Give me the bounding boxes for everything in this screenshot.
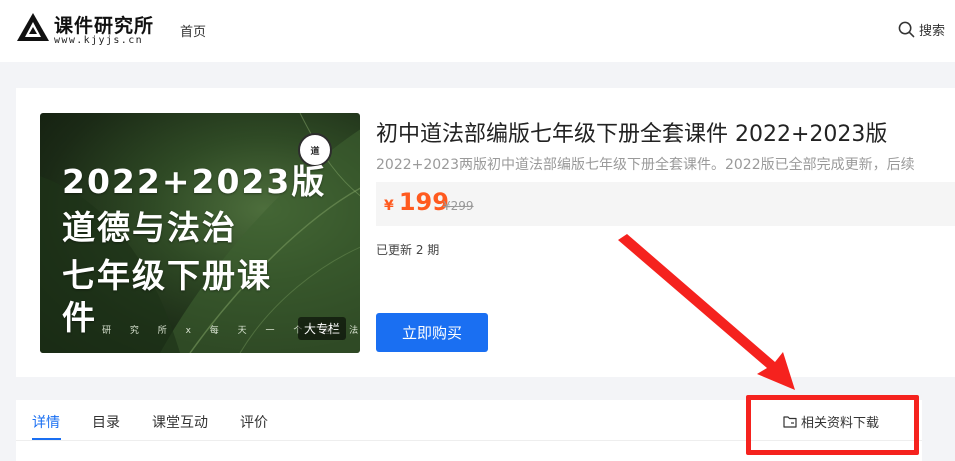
search-button[interactable]: 搜索	[898, 20, 946, 39]
tab-details[interactable]: 详情	[32, 412, 60, 432]
product-description: 2022+2023两版初中道法部编版七年级下册全套课件。2022版已全部完成更新…	[376, 157, 915, 173]
search-label: 搜索	[919, 23, 946, 39]
triangle-logo-icon	[17, 13, 49, 41]
logo-url: www.kjyjs.cn	[54, 35, 144, 46]
nav-home-link[interactable]: 首页	[180, 21, 206, 40]
product-card: 道 2022+2023版 道德与法治 七年级下册课 件 研 究 所 x 每 天 …	[16, 88, 955, 377]
product-title: 初中道法部编版七年级下册全套课件 2022+2023版	[376, 122, 888, 147]
cover-line-4: 件	[62, 298, 97, 337]
current-price: ¥ 199	[384, 188, 449, 216]
tab-catalog[interactable]: 目录	[92, 412, 120, 432]
cover-line-2: 道德与法治	[62, 208, 237, 247]
cover-line-3: 七年级下册课	[62, 256, 272, 295]
price-box: ¥ 199 ¥299	[376, 182, 955, 226]
currency-symbol: ¥	[384, 198, 394, 214]
buy-now-button[interactable]: 立即购买	[376, 313, 488, 352]
price-value: 199	[398, 188, 449, 216]
site-logo[interactable]: 课件研究所 www.kjyjs.cn	[16, 10, 161, 50]
column-tag: 大专栏	[298, 317, 347, 340]
update-count: 已更新 2 期	[376, 243, 440, 257]
tab-reviews[interactable]: 评价	[240, 412, 268, 432]
original-price: ¥299	[443, 199, 474, 213]
product-cover-image[interactable]: 道 2022+2023版 道德与法治 七年级下册课 件 研 究 所 x 每 天 …	[40, 113, 360, 353]
logo-title: 课件研究所	[54, 15, 155, 37]
cover-line-1: 2022+2023版	[62, 162, 327, 201]
search-icon	[898, 21, 915, 37]
top-header: 课件研究所 www.kjyjs.cn 首页 搜索	[0, 0, 955, 62]
tab-class-interaction[interactable]: 课堂互动	[152, 412, 208, 432]
annotation-highlight-box	[746, 395, 919, 455]
